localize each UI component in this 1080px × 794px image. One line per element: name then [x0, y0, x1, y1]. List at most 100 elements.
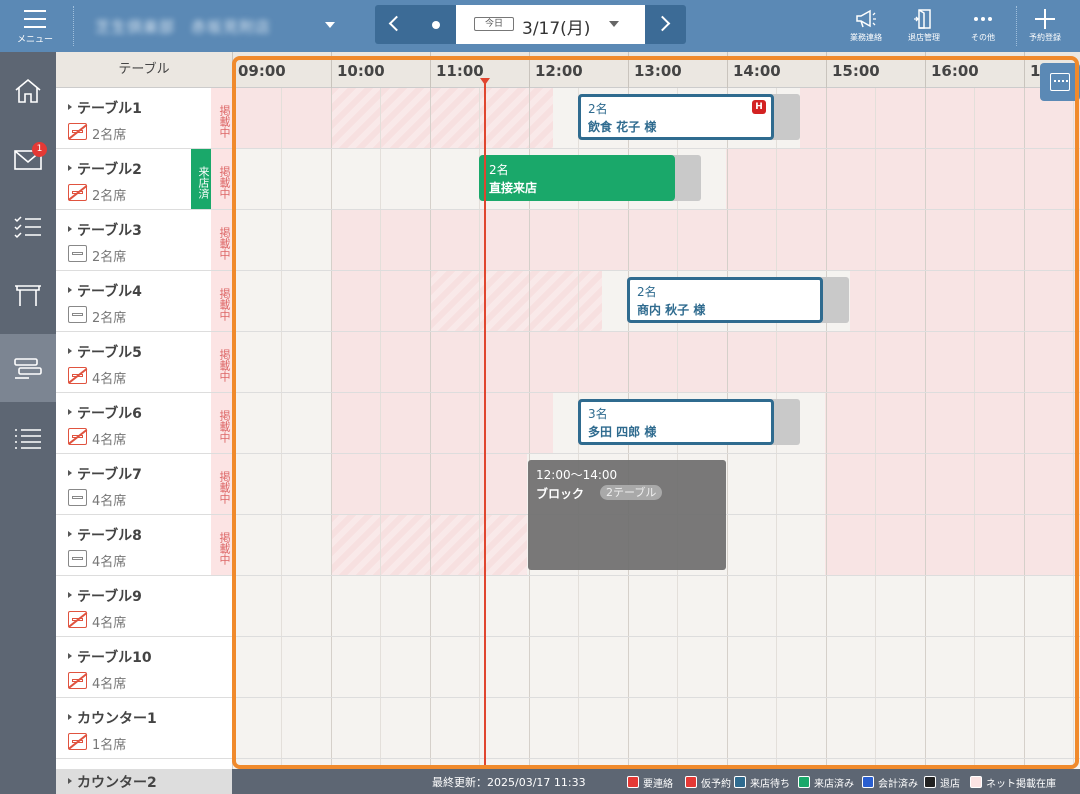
- seat-count: 4名席: [92, 555, 127, 570]
- legend-swatch: [685, 776, 697, 788]
- table-row[interactable]: テーブル2 2名席 来店済 掲載中: [56, 149, 232, 210]
- table-name: テーブル4: [77, 284, 142, 300]
- sidebar-item-list[interactable]: [0, 404, 56, 472]
- table-row[interactable]: テーブル6 4名席 掲載中: [56, 393, 232, 454]
- reservation-card[interactable]: 2名 商内 秋子 様: [627, 277, 849, 323]
- table-row[interactable]: テーブル4 2名席 掲載中: [56, 271, 232, 332]
- block-slot[interactable]: 12:00～14:00 ブロック 2テーブル: [528, 460, 726, 570]
- prev-day-button[interactable]: [375, 5, 415, 44]
- published-badge: 掲載中: [211, 515, 232, 575]
- published-badge: 掲載中: [211, 332, 232, 392]
- table-row[interactable]: カウンター1 1名席: [56, 698, 232, 759]
- sidebar-item-mail[interactable]: 1: [0, 124, 56, 192]
- business-notice-button[interactable]: 業務連絡: [838, 4, 894, 48]
- shop-name[interactable]: 芝生倶楽部 赤坂見附店: [95, 16, 325, 36]
- timeline-row[interactable]: [232, 698, 1080, 759]
- table-name: テーブル6: [77, 406, 142, 422]
- timeline-row[interactable]: [232, 576, 1080, 637]
- legend-swatch: [798, 776, 810, 788]
- timeline-row[interactable]: [232, 637, 1080, 698]
- today-dot-button[interactable]: [416, 5, 455, 44]
- party-size: 2名: [489, 163, 509, 177]
- top-bar: メニュー 芝生倶楽部 赤坂見附店 今日 3/17(月) 業務連絡 退店管理 その…: [0, 0, 1080, 52]
- expand-icon: [68, 778, 72, 784]
- legend-swatch: [862, 776, 874, 788]
- current-time-line: [484, 80, 486, 794]
- last-updated: 最終更新：2025/03/17 11:33: [432, 776, 586, 789]
- seat-count: 4名席: [92, 616, 127, 631]
- reservation-card[interactable]: 2名 直接来店: [479, 155, 701, 201]
- tool-label: 業務連絡: [850, 33, 882, 42]
- seat-count: 4名席: [92, 433, 127, 448]
- hour-header: 09:00 10:00 11:00 12:00 13:00 14:00 15:00 16:00…: [232, 52, 1080, 88]
- reservation-card[interactable]: 3名 多田 四郎 様: [578, 399, 800, 445]
- published-badge: 掲載中: [211, 149, 232, 209]
- sidebar-item-home[interactable]: [0, 56, 56, 124]
- calendar-icon: [1050, 73, 1070, 91]
- timeline-row[interactable]: [232, 210, 1080, 271]
- chevron-right-icon: [654, 15, 671, 32]
- unread-badge: 1: [32, 142, 47, 157]
- expand-icon: [68, 348, 72, 354]
- legend-label: 仮予約: [701, 779, 731, 790]
- no-smoking-icon: [67, 367, 88, 384]
- seat-count: 4名席: [92, 372, 127, 387]
- status-footer: 最終更新：2025/03/17 11:33 要連絡 仮予約 来店待ち 来店済み 会計済み…: [232, 769, 1080, 794]
- timeline-grid[interactable]: 09:00 10:00 11:00 12:00 13:00 14:00 15:00 16:00…: [232, 52, 1080, 794]
- reservation-body[interactable]: 2名 直接来店: [479, 155, 675, 201]
- table-row[interactable]: テーブル7 4名席 掲載中: [56, 454, 232, 515]
- today-button[interactable]: 今日: [474, 17, 514, 31]
- reservation-body[interactable]: 2名 商内 秋子 様: [627, 277, 823, 323]
- table-column-header: テーブル: [56, 52, 232, 88]
- current-date: 3/17(月): [522, 19, 591, 39]
- calendar-button[interactable]: [1040, 63, 1080, 101]
- new-reservation-button[interactable]: 予約登録: [1017, 4, 1073, 48]
- legend-label: 要連絡: [643, 779, 673, 790]
- table-row[interactable]: テーブル5 4名席 掲載中: [56, 332, 232, 393]
- table-row[interactable]: テーブル1 2名席 掲載中: [56, 88, 232, 149]
- exit-management-button[interactable]: 退店管理: [896, 4, 952, 48]
- date-picker[interactable]: 今日 3/17(月): [456, 5, 645, 44]
- table-row[interactable]: テーブル10 4名席: [56, 637, 232, 698]
- table-name: テーブル8: [77, 528, 142, 544]
- published-badge: 掲載中: [211, 210, 232, 270]
- party-size: 3名: [588, 407, 608, 421]
- table-name: テーブル7: [77, 467, 142, 483]
- expand-icon: [68, 165, 72, 171]
- reservation-body[interactable]: 2名 飲食 花子 様 H: [578, 94, 774, 140]
- list-icon: [15, 429, 41, 449]
- table-row[interactable]: テーブル9 4名席: [56, 576, 232, 637]
- table-name: カウンター2: [77, 775, 157, 791]
- table-name: テーブル1: [77, 101, 142, 117]
- table-row[interactable]: テーブル8 4名席 掲載中: [56, 515, 232, 576]
- legend-label: ネット掲載在庫: [986, 779, 1056, 790]
- seat-count: 2名席: [92, 128, 127, 143]
- block-time: 12:00～14:00: [536, 468, 618, 482]
- sidebar-item-timeline[interactable]: [0, 334, 56, 402]
- dot-icon: [432, 21, 440, 29]
- smoking-icon: [68, 489, 87, 506]
- chevron-down-icon[interactable]: [325, 22, 335, 28]
- date-navigator: 今日 3/17(月): [375, 5, 686, 44]
- published-badge: 掲載中: [211, 88, 232, 148]
- seat-count: 2名席: [92, 250, 127, 265]
- chevron-down-icon[interactable]: [609, 21, 619, 27]
- other-button[interactable]: その他: [955, 4, 1011, 48]
- published-badge: 掲載中: [211, 393, 232, 453]
- seat-count: 4名席: [92, 494, 127, 509]
- menu-button[interactable]: メニュー: [0, 0, 70, 52]
- sidebar-item-tasks[interactable]: [0, 192, 56, 260]
- table-row[interactable]: カウンター2: [56, 769, 232, 794]
- timeline-row[interactable]: [232, 332, 1080, 393]
- sidebar-item-tables[interactable]: [0, 260, 56, 328]
- reservation-body[interactable]: 3名 多田 四郎 様: [578, 399, 774, 445]
- guest-name: 商内 秋子 様: [637, 303, 706, 317]
- hotpepper-icon: H: [752, 100, 766, 114]
- table-name: テーブル10: [77, 650, 152, 666]
- legend-label: 会計済み: [878, 779, 918, 790]
- smoking-icon: [68, 306, 87, 323]
- next-day-button[interactable]: [646, 5, 686, 44]
- hour-label: 12:00: [529, 52, 628, 88]
- table-row[interactable]: テーブル3 2名席 掲載中: [56, 210, 232, 271]
- reservation-card[interactable]: 2名 飲食 花子 様 H: [578, 94, 800, 140]
